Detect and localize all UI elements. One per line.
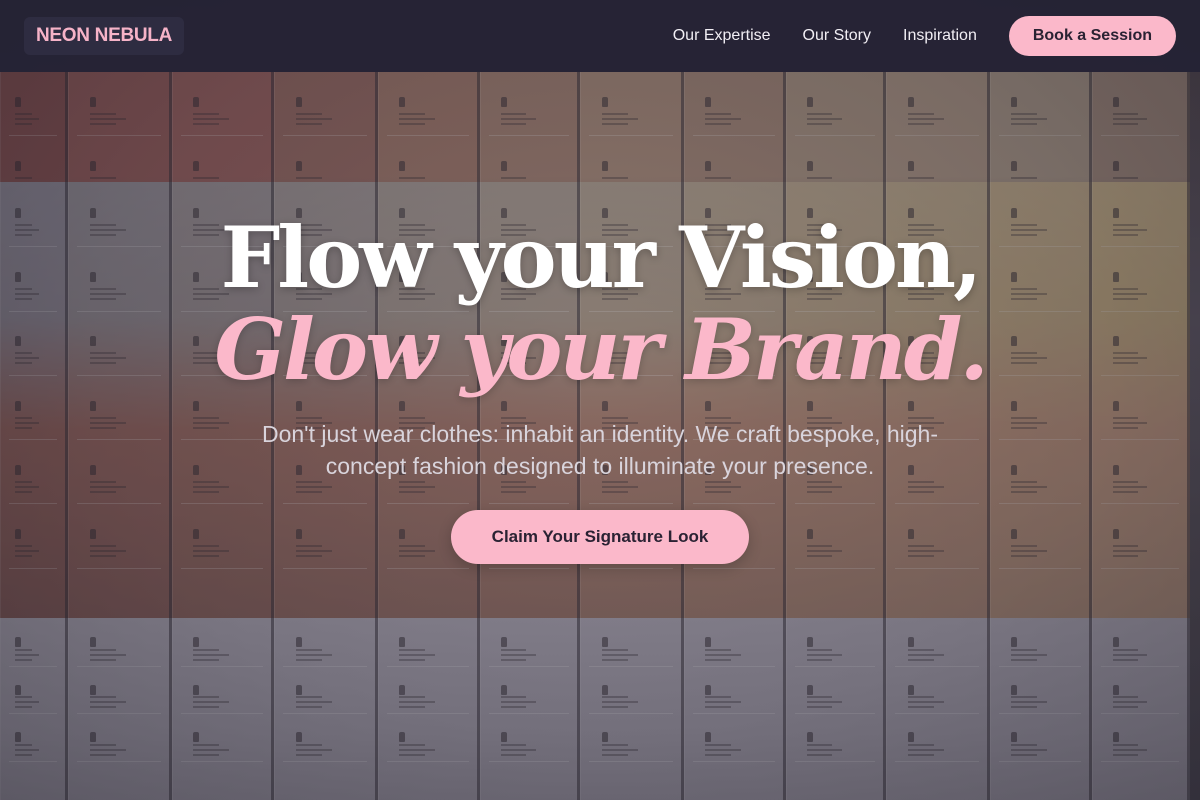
book-session-button[interactable]: Book a Session <box>1008 16 1176 56</box>
nav-link-our-story[interactable]: Our Story <box>803 27 871 45</box>
main-nav: Our Expertise Our Story Inspiration Book… <box>673 16 1176 56</box>
top-navbar: NEON NEBULA Our Expertise Our Story Insp… <box>0 0 1200 72</box>
nav-link-inspiration[interactable]: Inspiration <box>903 27 977 45</box>
hero-headline-line2: Glow your Brand. <box>214 300 988 399</box>
brand-logo[interactable]: NEON NEBULA <box>24 17 185 55</box>
hero-section: Flow your Vision, Glow your Brand. Don't… <box>0 210 1200 564</box>
nav-link-our-expertise[interactable]: Our Expertise <box>673 27 771 45</box>
hero-subtitle: Don't just wear clothes: inhabit an iden… <box>261 421 938 479</box>
claim-signature-look-button[interactable]: Claim Your Signature Look <box>450 510 750 564</box>
hero-headline-line1: Flow your Vision, <box>220 208 983 307</box>
